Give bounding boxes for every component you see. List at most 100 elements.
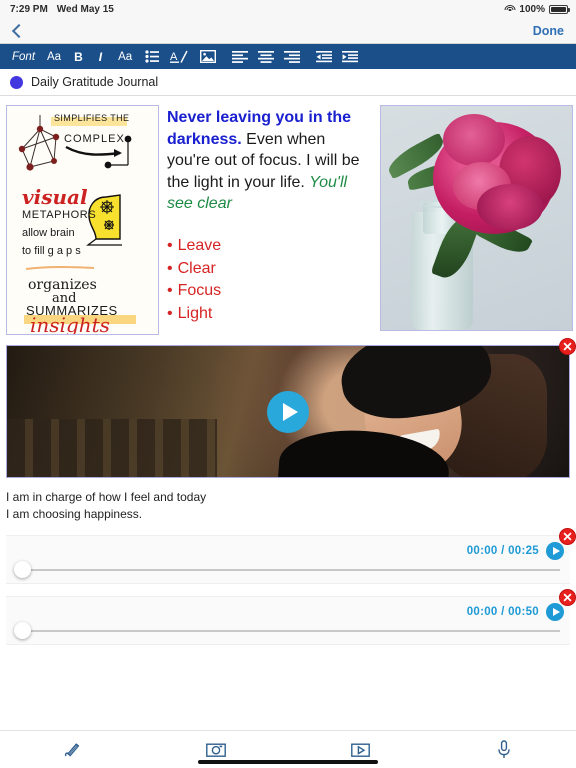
petal	[477, 184, 543, 230]
page-title: Daily Gratitude Journal	[31, 75, 159, 89]
play-icon	[552, 608, 560, 617]
affirmation-line-2: I am choosing happiness.	[6, 507, 143, 522]
close-icon	[563, 532, 572, 541]
align-center-icon	[258, 50, 275, 63]
microphone-icon	[498, 740, 510, 758]
italic-button[interactable]: I	[91, 44, 110, 69]
document-title-row[interactable]: Daily Gratitude Journal	[0, 69, 576, 96]
home-indicator	[198, 760, 378, 764]
bullet-dot-icon: •	[167, 305, 173, 323]
audio-player: 00:00 / 00:50	[6, 589, 576, 646]
flower-photo[interactable]	[380, 105, 573, 331]
font-button[interactable]: Font	[7, 44, 42, 69]
audio-play-button[interactable]	[546, 603, 564, 622]
wifi-icon	[504, 4, 516, 14]
bullet-dot-icon: •	[167, 282, 173, 300]
play-icon	[552, 547, 560, 556]
done-button[interactable]: Done	[533, 24, 564, 38]
bullet-dot-icon: •	[167, 236, 173, 254]
audio-controls: 00:00 / 00:50	[466, 603, 564, 622]
video-block	[6, 338, 576, 478]
sketch-line-3: METAPHORS	[22, 209, 97, 221]
indent-icon	[342, 50, 359, 62]
audio-progress-track[interactable]	[16, 569, 560, 572]
video-remove-button[interactable]	[559, 338, 576, 355]
sketchnote-image[interactable]: SIMPLIFIES THE COMPLEX visual METAPHORS …	[6, 105, 159, 335]
outdent-button[interactable]	[311, 44, 337, 69]
video-play-button[interactable]	[267, 390, 309, 433]
outdent-icon	[316, 50, 333, 62]
sketch-line-0: SIMPLIFIES THE	[54, 113, 130, 123]
svg-text:A: A	[170, 51, 178, 63]
list-item: • Leave	[167, 235, 372, 258]
sketch-line-9: insights	[30, 313, 110, 335]
status-date: Wed May 15	[56, 3, 114, 15]
status-bar-left: 7:29 PM Wed May 15	[10, 4, 114, 15]
text-style-button[interactable]: Aa	[110, 44, 140, 69]
audio-controls: 00:00 / 00:25	[466, 542, 564, 561]
battery-icon	[549, 4, 570, 14]
audio-play-button[interactable]	[546, 542, 564, 561]
bullet-label: Clear	[177, 259, 216, 277]
close-icon	[563, 342, 572, 351]
bold-button[interactable]: B	[66, 44, 91, 69]
insert-image-button[interactable]	[195, 44, 221, 69]
note-paragraph: Never leaving you in the darkness. Even …	[167, 107, 372, 215]
audio-progress-track[interactable]	[16, 630, 560, 633]
align-left-button[interactable]	[227, 44, 253, 69]
audio-progress-thumb[interactable]	[14, 561, 31, 579]
bullet-list-icon	[145, 50, 160, 63]
petal	[443, 114, 505, 166]
list-item: • Focus	[167, 280, 372, 303]
audio-remove-button[interactable]	[559, 589, 576, 607]
microphone-button[interactable]	[432, 740, 576, 759]
pen-icon	[64, 742, 80, 757]
status-bar: 7:29 PM Wed May 15 100%	[0, 0, 576, 18]
sketch-line-2: visual	[22, 185, 88, 209]
affirmation-line-1: I am in charge of how I feel and today	[6, 490, 207, 504]
font-size-button[interactable]: Aa	[42, 44, 66, 69]
audio-progress-thumb[interactable]	[14, 622, 31, 640]
image-icon	[200, 50, 217, 63]
top-media-row: SIMPLIFIES THE COMPLEX visual METAPHORS …	[0, 96, 576, 335]
audio-time-label: 00:00 / 00:50	[466, 606, 539, 619]
sketch-line-1: COMPLEX	[64, 133, 125, 145]
camera-icon	[206, 743, 226, 757]
bullet-dot-icon: •	[167, 259, 173, 277]
align-center-button[interactable]	[253, 44, 279, 69]
draw-button[interactable]	[0, 741, 144, 759]
video-button[interactable]	[288, 742, 432, 758]
audio-player: 00:00 / 00:25	[6, 528, 576, 585]
audio-time-label: 00:00 / 00:25	[466, 545, 539, 558]
video-icon	[350, 743, 370, 757]
align-right-icon	[284, 50, 301, 63]
list-item: • Clear	[167, 258, 372, 281]
battery-percent-label: 100%	[519, 3, 545, 15]
video-thumbnail[interactable]	[6, 345, 570, 478]
sketch-line-5: to fill g a p s	[22, 245, 81, 257]
bullet-label: Light	[177, 305, 213, 323]
align-left-icon	[232, 50, 249, 63]
align-right-button[interactable]	[279, 44, 305, 69]
indent-button[interactable]	[337, 44, 363, 69]
note-content: SIMPLIFIES THE COMPLEX visual METAPHORS …	[0, 96, 576, 646]
text-color-button[interactable]: A	[165, 44, 195, 69]
navigation-bar: Done	[0, 18, 576, 44]
bullet-label: Leave	[177, 236, 222, 254]
text-color-icon: A	[170, 50, 188, 63]
play-icon	[282, 402, 298, 421]
sketch-line-4: allow brain	[22, 227, 75, 239]
chevron-left-icon[interactable]	[8, 22, 26, 40]
audio-remove-button[interactable]	[559, 528, 576, 546]
video-background-slats	[7, 419, 217, 477]
camera-button[interactable]	[144, 742, 288, 758]
affirmation-text[interactable]: I am in charge of how I feel and today I…	[6, 489, 570, 523]
sketchnote-canvas: SIMPLIFIES THE COMPLEX visual METAPHORS …	[10, 109, 155, 334]
note-text-column[interactable]: Never leaving you in the darkness. Even …	[167, 105, 372, 326]
format-toolbar: Font Aa B I Aa A	[0, 44, 576, 69]
list-item: • Light	[167, 303, 372, 326]
bottom-toolbar	[0, 730, 576, 768]
bullet-list-button[interactable]	[140, 44, 165, 69]
bullet-label: Focus	[177, 282, 222, 300]
note-bullet-list: • Leave • Clear • Focus • Light	[167, 235, 372, 326]
